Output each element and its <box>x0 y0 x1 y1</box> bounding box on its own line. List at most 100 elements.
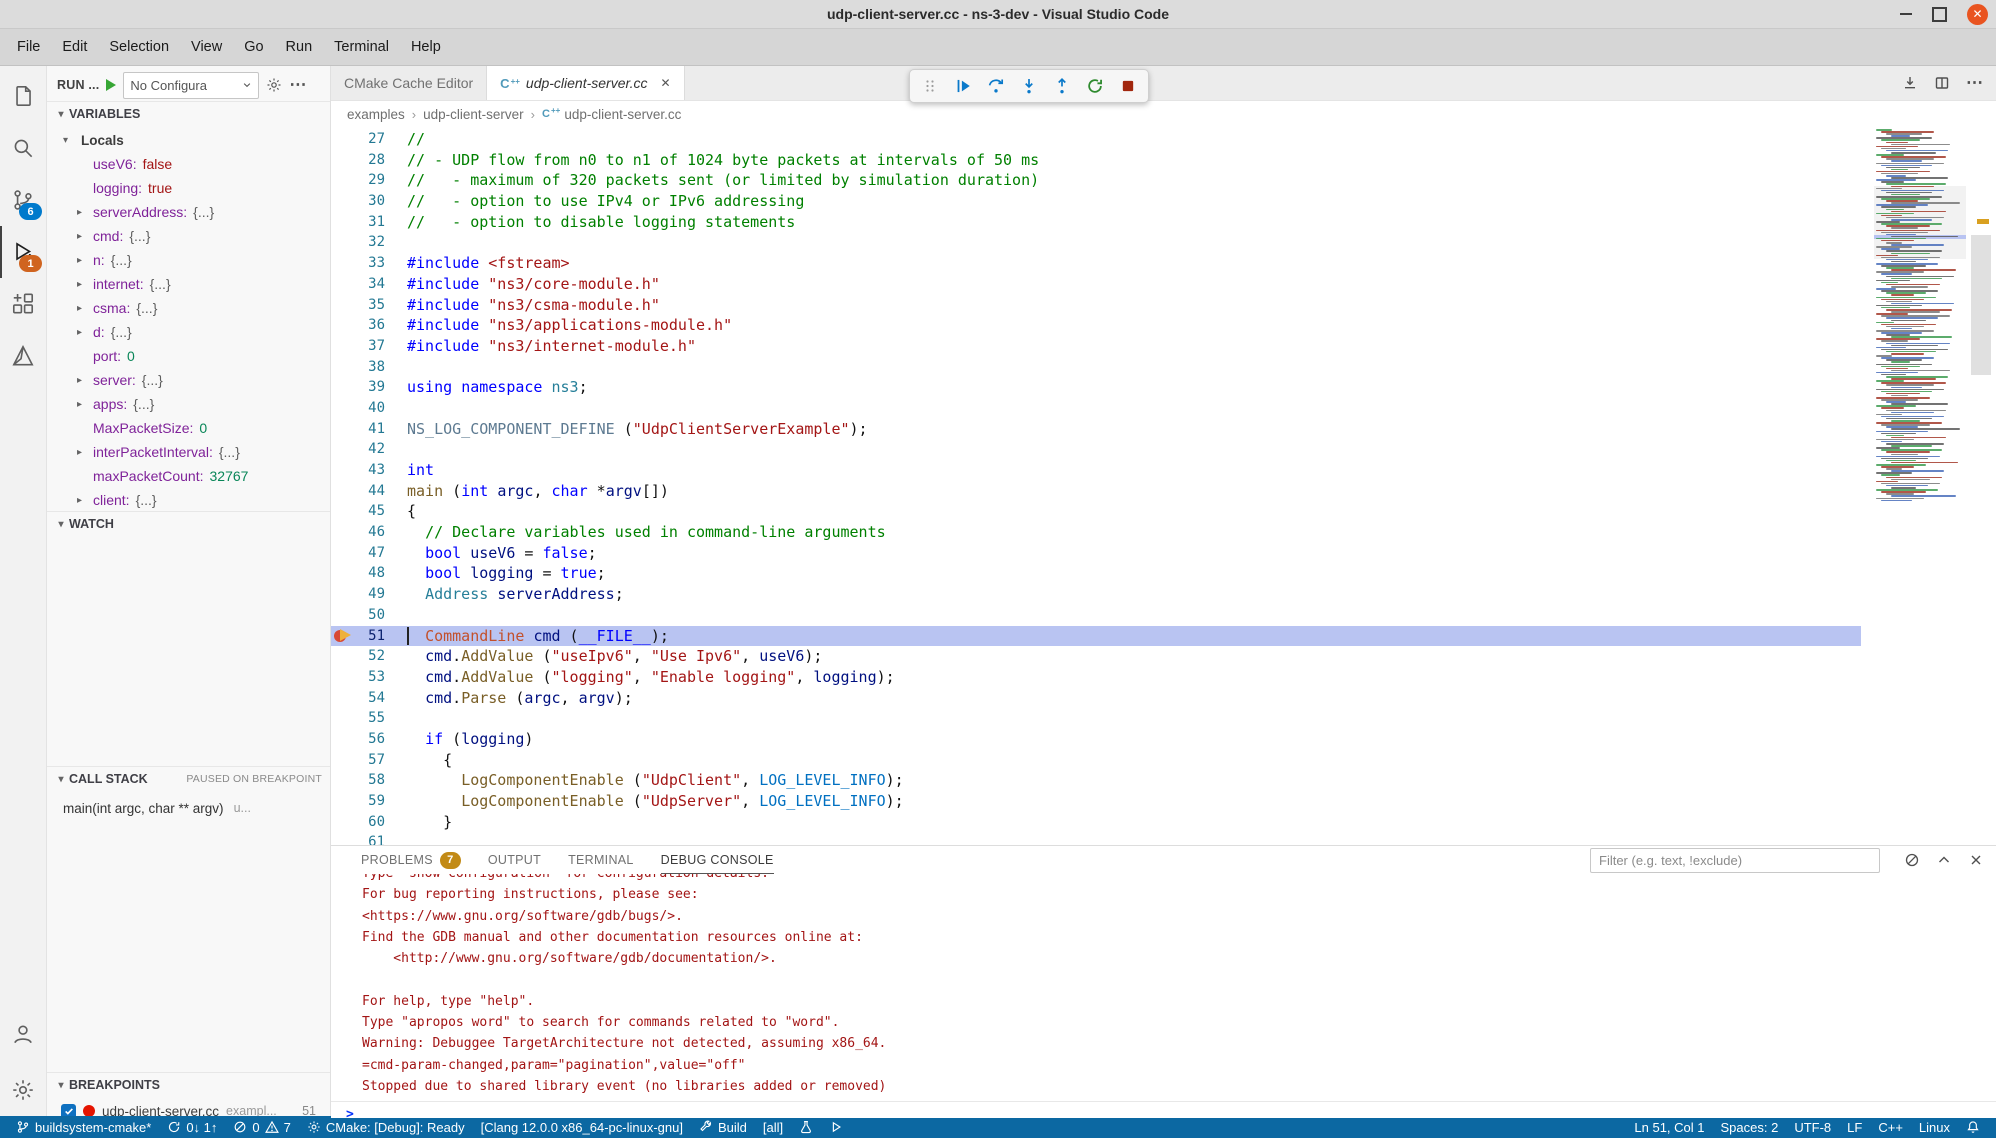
variable-row-serveraddress[interactable]: ▸serverAddress:{...} <box>47 200 330 224</box>
gutter-glyph[interactable] <box>331 150 357 171</box>
variable-row-interpacketinterval[interactable]: ▸interPacketInterval:{...} <box>47 440 330 464</box>
gutter-glyph[interactable] <box>331 791 357 812</box>
download-icon[interactable] <box>1902 75 1918 91</box>
clear-console-icon[interactable] <box>1904 852 1920 868</box>
more-actions-icon[interactable]: ⋯ <box>289 75 307 95</box>
gutter-glyph[interactable] <box>331 667 357 688</box>
variable-row-usev6[interactable]: useV6:false <box>47 152 330 176</box>
editor-scrollbar[interactable] <box>1966 127 1996 845</box>
panel-tab-output[interactable]: OUTPUT <box>488 846 541 874</box>
activity-extensions[interactable] <box>0 278 46 330</box>
stack-frame-row[interactable]: main(int argc, char ** argv) u... <box>47 796 330 820</box>
expand-chevron-icon[interactable]: ▸ <box>77 399 82 410</box>
variable-row-maxpacketsize[interactable]: MaxPacketSize:0 <box>47 416 330 440</box>
console-filter-input[interactable] <box>1590 848 1880 873</box>
watch-header[interactable]: ▾ WATCH <box>47 511 330 536</box>
gutter-glyph[interactable] <box>331 274 357 295</box>
gutter-glyph[interactable] <box>331 253 357 274</box>
expand-chevron-icon[interactable]: ▸ <box>77 207 82 218</box>
gutter-glyph[interactable] <box>331 232 357 253</box>
status-bell[interactable] <box>1958 1116 1988 1138</box>
variable-row-port[interactable]: port:0 <box>47 344 330 368</box>
toolbar-drag-handle[interactable] <box>919 75 941 97</box>
breakpoints-header[interactable]: ▾ BREAKPOINTS <box>47 1072 330 1097</box>
gutter-glyph[interactable] <box>331 812 357 833</box>
gutter-glyph[interactable] <box>331 129 357 150</box>
gutter-glyph[interactable] <box>331 439 357 460</box>
tab-cmake-cache-editor[interactable]: CMake Cache Editor <box>331 66 487 100</box>
variable-row-internet[interactable]: ▸internet:{...} <box>47 272 330 296</box>
expand-chevron-icon[interactable]: ▸ <box>77 279 82 290</box>
gutter-glyph[interactable] <box>331 605 357 626</box>
breakpoint-row[interactable]: udp-client-server.cc exampl... 51 <box>47 1099 330 1116</box>
more-actions-icon[interactable]: ⋯ <box>1966 73 1984 93</box>
step-out-button[interactable] <box>1051 75 1073 97</box>
restore-button[interactable] <box>1932 7 1947 22</box>
panel-tab-debug-console[interactable]: DEBUG CONSOLE <box>661 846 774 874</box>
breakpoint-checkbox[interactable] <box>61 1104 76 1117</box>
activity-search[interactable] <box>0 122 46 174</box>
gutter-glyph[interactable] <box>331 460 357 481</box>
variable-row-server[interactable]: ▸server:{...} <box>47 368 330 392</box>
minimize-button[interactable] <box>1900 13 1912 15</box>
expand-chevron-icon[interactable]: ▸ <box>77 231 82 242</box>
menu-edit[interactable]: Edit <box>51 39 98 55</box>
status-ln-51-col-1[interactable]: Ln 51, Col 1 <box>1626 1116 1712 1138</box>
gutter-glyph[interactable] <box>331 377 357 398</box>
close-tab-icon[interactable]: ✕ <box>661 76 671 90</box>
scope-locals[interactable]: ▾ Locals <box>47 128 330 152</box>
gutter-glyph[interactable] <box>331 543 357 564</box>
breadcrumb-udp-client-server[interactable]: udp-client-server <box>423 107 524 122</box>
close-button[interactable]: ✕ <box>1967 4 1988 25</box>
split-editor-icon[interactable] <box>1934 75 1950 91</box>
gutter-glyph[interactable] <box>331 688 357 709</box>
expand-chevron-icon[interactable]: ▸ <box>77 495 82 506</box>
menu-help[interactable]: Help <box>400 39 452 55</box>
expand-chevron-icon[interactable]: ▸ <box>77 447 82 458</box>
gutter-glyph[interactable] <box>331 646 357 667</box>
gutter-glyph[interactable] <box>331 750 357 771</box>
gutter-glyph[interactable] <box>331 770 357 791</box>
activity-explorer[interactable] <box>0 70 46 122</box>
debug-console[interactable]: Type "show configuration" for configurat… <box>331 874 1996 1118</box>
variable-row-cmd[interactable]: ▸cmd:{...} <box>47 224 330 248</box>
activity-cmake-tools[interactable] <box>0 330 46 382</box>
status-play[interactable] <box>821 1116 851 1138</box>
gutter-glyph[interactable] <box>331 481 357 502</box>
stop-button[interactable] <box>1117 75 1139 97</box>
console-prompt-row[interactable]: > <box>331 1101 1996 1118</box>
gutter-glyph[interactable] <box>331 626 357 647</box>
debug-settings-button[interactable] <box>266 77 282 93</box>
menu-go[interactable]: Go <box>233 39 274 55</box>
step-into-button[interactable] <box>1018 75 1040 97</box>
restart-button[interactable] <box>1084 75 1106 97</box>
gutter-glyph[interactable] <box>331 501 357 522</box>
status-cmake-debug-ready[interactable]: CMake: [Debug]: Ready <box>299 1116 473 1138</box>
variable-row-apps[interactable]: ▸apps:{...} <box>47 392 330 416</box>
status-build[interactable]: Build <box>691 1116 755 1138</box>
status-linux[interactable]: Linux <box>1911 1116 1958 1138</box>
gutter-glyph[interactable] <box>331 170 357 191</box>
expand-chevron-icon[interactable]: ▸ <box>77 375 82 386</box>
expand-chevron-icon[interactable]: ▸ <box>77 255 82 266</box>
gutter-glyph[interactable] <box>331 584 357 605</box>
tab-udp-client-server-cc[interactable]: C++udp-client-server.cc✕ <box>487 66 684 100</box>
status-lf[interactable]: LF <box>1839 1116 1870 1138</box>
variables-header[interactable]: ▾ VARIABLES <box>47 101 330 126</box>
menu-file[interactable]: File <box>6 39 51 55</box>
continue-button[interactable] <box>952 75 974 97</box>
activity-settings[interactable] <box>0 1064 46 1116</box>
call-stack-header[interactable]: ▾ CALL STACK PAUSED ON BREAKPOINT <box>47 766 330 791</box>
variable-row-d[interactable]: ▸d:{...} <box>47 320 330 344</box>
status-spaces-2[interactable]: Spaces: 2 <box>1713 1116 1787 1138</box>
activity-account[interactable] <box>0 1008 46 1060</box>
breadcrumb-udp-client-server-cc[interactable]: C++udp-client-server.cc <box>542 107 681 122</box>
debug-config-select[interactable]: No Configura <box>123 72 259 99</box>
panel-tab-terminal[interactable]: TERMINAL <box>568 846 634 874</box>
variable-row-logging[interactable]: logging:true <box>47 176 330 200</box>
gutter-glyph[interactable] <box>331 708 357 729</box>
menu-run[interactable]: Run <box>275 39 324 55</box>
scrollbar-thumb[interactable] <box>1971 235 1991 375</box>
status-0-1[interactable]: 0↓ 1↑ <box>159 1116 225 1138</box>
code-editor[interactable]: 27//28// - UDP flow from n0 to n1 of 102… <box>331 127 1996 845</box>
